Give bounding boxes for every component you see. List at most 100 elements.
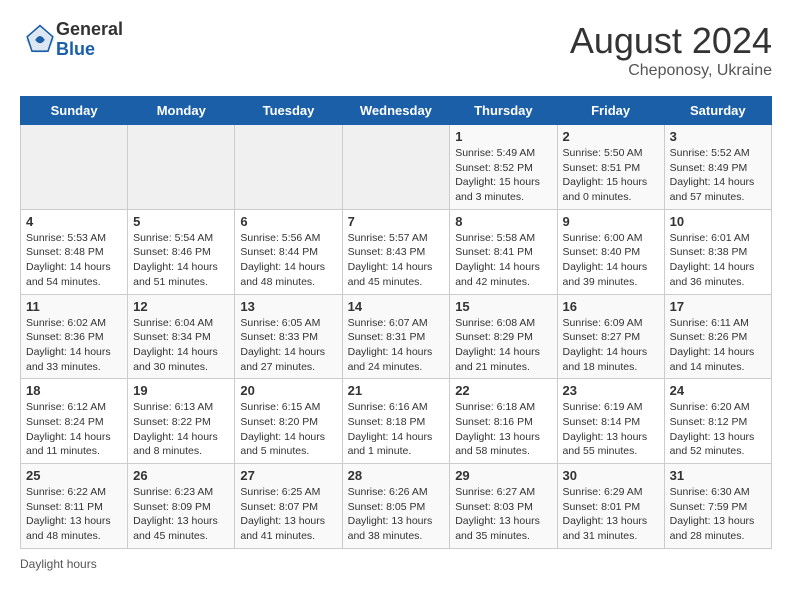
calendar-cell: 9 Sunrise: 6:00 AM Sunset: 8:40 PM Daylig… bbox=[557, 209, 664, 294]
location-subtitle: Cheponosy, Ukraine bbox=[570, 62, 772, 80]
day-number: 4 bbox=[26, 214, 122, 229]
logo-icon bbox=[24, 24, 56, 56]
calendar-cell bbox=[235, 125, 342, 210]
logo-text: General Blue bbox=[56, 20, 123, 60]
calendar-week-row: 18Sunrise: 6:12 AM Sunset: 8:24 PM Dayli… bbox=[21, 379, 772, 464]
calendar-cell: 17Sunrise: 6:11 AM Sunset: 8:26 PM Dayli… bbox=[664, 294, 771, 379]
logo-blue: Blue bbox=[56, 40, 123, 60]
day-number: 13 bbox=[240, 299, 336, 314]
day-info: Sunrise: 6:09 AM Sunset: 8:27 PM Dayligh… bbox=[563, 316, 659, 375]
calendar-cell: 13Sunrise: 6:05 AM Sunset: 8:33 PM Dayli… bbox=[235, 294, 342, 379]
calendar-week-row: 4Sunrise: 5:53 AM Sunset: 8:48 PM Daylig… bbox=[21, 209, 772, 294]
day-info: Sunrise: 6:29 AM Sunset: 8:01 PM Dayligh… bbox=[563, 485, 659, 544]
calendar-cell: 30 Sunrise: 6:29 AM Sunset: 8:01 PM Dayli… bbox=[557, 464, 664, 549]
day-number: 15 bbox=[455, 299, 551, 314]
day-info: Sunrise: 5:58 AM Sunset: 8:41 PM Dayligh… bbox=[455, 231, 551, 290]
logo-general: General bbox=[56, 20, 123, 40]
calendar-cell: 5Sunrise: 5:54 AM Sunset: 8:46 PM Daylig… bbox=[128, 209, 235, 294]
day-info: Sunrise: 6:23 AM Sunset: 8:09 PM Dayligh… bbox=[133, 485, 229, 544]
day-number: 16 bbox=[563, 299, 659, 314]
daylight-hours-label: Daylight hours bbox=[20, 557, 97, 571]
day-number: 22 bbox=[455, 383, 551, 398]
calendar-cell bbox=[21, 125, 128, 210]
day-info: Sunrise: 6:20 AM Sunset: 8:12 PM Dayligh… bbox=[670, 400, 766, 459]
day-info: Sunrise: 6:26 AM Sunset: 8:05 PM Dayligh… bbox=[348, 485, 445, 544]
day-info: Sunrise: 6:01 AM Sunset: 8:38 PM Dayligh… bbox=[670, 231, 766, 290]
day-info: Sunrise: 6:12 AM Sunset: 8:24 PM Dayligh… bbox=[26, 400, 122, 459]
day-info: Sunrise: 5:56 AM Sunset: 8:44 PM Dayligh… bbox=[240, 231, 336, 290]
calendar-cell: 11 Sunrise: 6:02 AM Sunset: 8:36 PM Dayli… bbox=[21, 294, 128, 379]
day-number: 8 bbox=[455, 214, 551, 229]
calendar-cell: 15 Sunrise: 6:08 AM Sunset: 8:29 PM Dayli… bbox=[450, 294, 557, 379]
calendar-body: 1 Sunrise: 5:49 AM Sunset: 8:52 PM Daylig… bbox=[21, 125, 772, 549]
calendar-cell: 21Sunrise: 6:16 AM Sunset: 8:18 PM Dayli… bbox=[342, 379, 450, 464]
day-number: 26 bbox=[133, 468, 229, 483]
day-number: 20 bbox=[240, 383, 336, 398]
day-of-week-header: Wednesday bbox=[342, 97, 450, 125]
day-info: Sunrise: 6:00 AM Sunset: 8:40 PM Dayligh… bbox=[563, 231, 659, 290]
day-info: Sunrise: 6:11 AM Sunset: 8:26 PM Dayligh… bbox=[670, 316, 766, 375]
day-info: Sunrise: 5:57 AM Sunset: 8:43 PM Dayligh… bbox=[348, 231, 445, 290]
day-info: Sunrise: 6:15 AM Sunset: 8:20 PM Dayligh… bbox=[240, 400, 336, 459]
day-of-week-header: Thursday bbox=[450, 97, 557, 125]
calendar-cell: 20 Sunrise: 6:15 AM Sunset: 8:20 PM Dayli… bbox=[235, 379, 342, 464]
day-number: 21 bbox=[348, 383, 445, 398]
day-info: Sunrise: 5:49 AM Sunset: 8:52 PM Dayligh… bbox=[455, 146, 551, 205]
calendar-cell: 22Sunrise: 6:18 AM Sunset: 8:16 PM Dayli… bbox=[450, 379, 557, 464]
day-number: 2 bbox=[563, 129, 659, 144]
footer-note: Daylight hours bbox=[20, 557, 772, 571]
day-info: Sunrise: 6:22 AM Sunset: 8:11 PM Dayligh… bbox=[26, 485, 122, 544]
calendar-cell: 1 Sunrise: 5:49 AM Sunset: 8:52 PM Daylig… bbox=[450, 125, 557, 210]
day-number: 10 bbox=[670, 214, 766, 229]
calendar-cell: 16 Sunrise: 6:09 AM Sunset: 8:27 PM Dayli… bbox=[557, 294, 664, 379]
day-of-week-header: Monday bbox=[128, 97, 235, 125]
day-number: 7 bbox=[348, 214, 445, 229]
calendar-cell: 24 Sunrise: 6:20 AM Sunset: 8:12 PM Dayli… bbox=[664, 379, 771, 464]
day-info: Sunrise: 6:27 AM Sunset: 8:03 PM Dayligh… bbox=[455, 485, 551, 544]
day-number: 9 bbox=[563, 214, 659, 229]
day-info: Sunrise: 6:25 AM Sunset: 8:07 PM Dayligh… bbox=[240, 485, 336, 544]
title-block: August 2024 Cheponosy, Ukraine bbox=[570, 20, 772, 80]
day-number: 14 bbox=[348, 299, 445, 314]
calendar-cell bbox=[128, 125, 235, 210]
calendar-cell: 26 Sunrise: 6:23 AM Sunset: 8:09 PM Dayli… bbox=[128, 464, 235, 549]
day-number: 30 bbox=[563, 468, 659, 483]
calendar-cell: 8 Sunrise: 5:58 AM Sunset: 8:41 PM Daylig… bbox=[450, 209, 557, 294]
calendar-cell: 2Sunrise: 5:50 AM Sunset: 8:51 PM Daylig… bbox=[557, 125, 664, 210]
calendar-cell: 3Sunrise: 5:52 AM Sunset: 8:49 PM Daylig… bbox=[664, 125, 771, 210]
day-number: 12 bbox=[133, 299, 229, 314]
day-of-week-header: Tuesday bbox=[235, 97, 342, 125]
calendar-cell: 29 Sunrise: 6:27 AM Sunset: 8:03 PM Dayli… bbox=[450, 464, 557, 549]
calendar-cell: 6Sunrise: 5:56 AM Sunset: 8:44 PM Daylig… bbox=[235, 209, 342, 294]
day-number: 25 bbox=[26, 468, 122, 483]
calendar-header: SundayMondayTuesdayWednesdayThursdayFrid… bbox=[21, 97, 772, 125]
day-of-week-header: Sunday bbox=[21, 97, 128, 125]
calendar-week-row: 25 Sunrise: 6:22 AM Sunset: 8:11 PM Dayli… bbox=[21, 464, 772, 549]
calendar-cell: 12 Sunrise: 6:04 AM Sunset: 8:34 PM Dayli… bbox=[128, 294, 235, 379]
calendar-cell: 31 Sunrise: 6:30 AM Sunset: 7:59 PM Dayli… bbox=[664, 464, 771, 549]
calendar-cell: 18Sunrise: 6:12 AM Sunset: 8:24 PM Dayli… bbox=[21, 379, 128, 464]
calendar-cell: 14 Sunrise: 6:07 AM Sunset: 8:31 PM Dayli… bbox=[342, 294, 450, 379]
day-info: Sunrise: 6:19 AM Sunset: 8:14 PM Dayligh… bbox=[563, 400, 659, 459]
day-info: Sunrise: 5:52 AM Sunset: 8:49 PM Dayligh… bbox=[670, 146, 766, 205]
day-info: Sunrise: 6:02 AM Sunset: 8:36 PM Dayligh… bbox=[26, 316, 122, 375]
day-number: 1 bbox=[455, 129, 551, 144]
calendar-table: SundayMondayTuesdayWednesdayThursdayFrid… bbox=[20, 96, 772, 549]
day-number: 11 bbox=[26, 299, 122, 314]
day-number: 31 bbox=[670, 468, 766, 483]
day-number: 23 bbox=[563, 383, 659, 398]
day-number: 24 bbox=[670, 383, 766, 398]
calendar-cell bbox=[342, 125, 450, 210]
day-info: Sunrise: 6:04 AM Sunset: 8:34 PM Dayligh… bbox=[133, 316, 229, 375]
day-number: 29 bbox=[455, 468, 551, 483]
day-info: Sunrise: 6:07 AM Sunset: 8:31 PM Dayligh… bbox=[348, 316, 445, 375]
day-number: 28 bbox=[348, 468, 445, 483]
calendar-cell: 25 Sunrise: 6:22 AM Sunset: 8:11 PM Dayli… bbox=[21, 464, 128, 549]
day-info: Sunrise: 6:30 AM Sunset: 7:59 PM Dayligh… bbox=[670, 485, 766, 544]
calendar-cell: 19Sunrise: 6:13 AM Sunset: 8:22 PM Dayli… bbox=[128, 379, 235, 464]
calendar-cell: 28 Sunrise: 6:26 AM Sunset: 8:05 PM Dayli… bbox=[342, 464, 450, 549]
day-info: Sunrise: 6:13 AM Sunset: 8:22 PM Dayligh… bbox=[133, 400, 229, 459]
calendar-week-row: 1 Sunrise: 5:49 AM Sunset: 8:52 PM Daylig… bbox=[21, 125, 772, 210]
day-of-week-header: Friday bbox=[557, 97, 664, 125]
day-info: Sunrise: 6:08 AM Sunset: 8:29 PM Dayligh… bbox=[455, 316, 551, 375]
